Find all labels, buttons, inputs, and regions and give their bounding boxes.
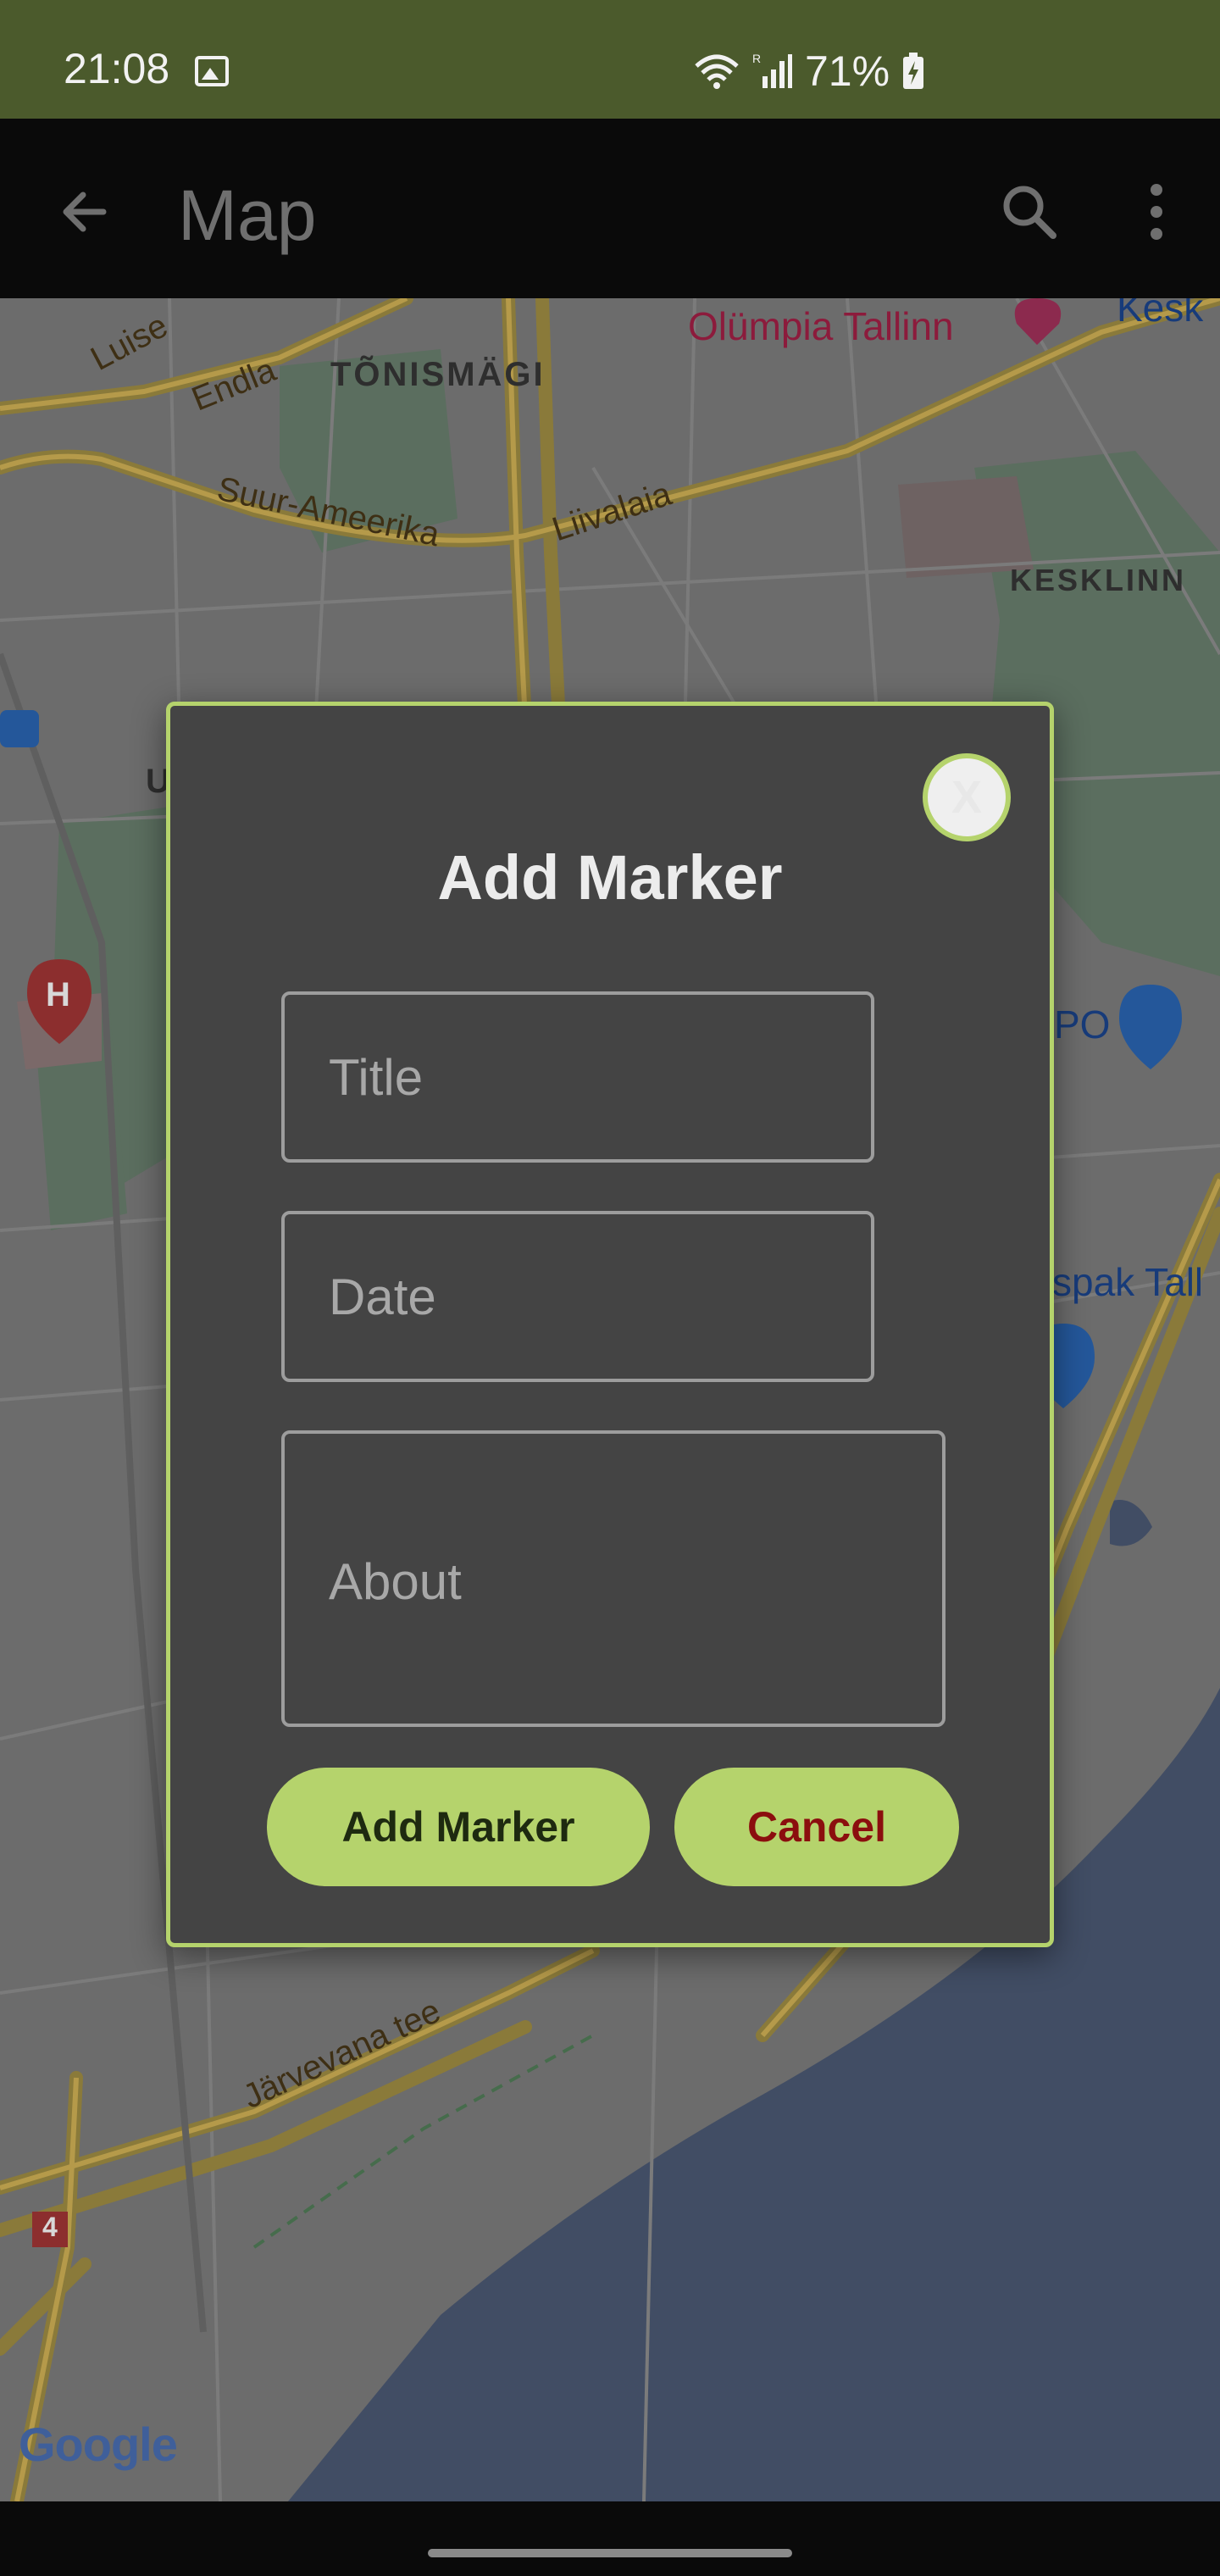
svg-text:H: H [46,976,70,1013]
map-label-tonismagi: TÕNISMÄGI [330,356,546,393]
title-input[interactable] [281,991,874,1163]
signal-icon: R [752,52,792,88]
map-label-kesk: Kesk [1117,298,1204,330]
add-marker-dialog: X Add Marker Add Marker Cancel [166,702,1054,1947]
home-indicator[interactable] [428,2549,792,2557]
gesture-nav-bar [0,2501,1220,2576]
map-label-kesklinn: KESKLINN [1010,563,1187,597]
map-label-po: PO [1054,1002,1111,1046]
close-button[interactable]: X [923,753,1011,841]
dialog-title: Add Marker [437,842,783,913]
image-icon [195,56,229,86]
google-logo-text: Google [19,2418,178,2471]
about-input[interactable] [281,1430,946,1727]
map-label-spak: spak Tall [1052,1260,1204,1304]
google-attribution: Google [19,2417,178,2472]
map-label-route4: 4 [42,2212,58,2242]
more-vert-icon[interactable] [1135,178,1178,246]
map-label-olumpia: Olümpia Tallinn [688,304,954,348]
battery-charging-icon [903,53,924,89]
cancel-button[interactable]: Cancel [674,1768,959,1886]
status-time: 21:08 [64,45,170,92]
wifi-icon [695,54,739,89]
app-title: Map [178,175,317,255]
battery-percent: 71% [805,47,890,95]
back-arrow-icon[interactable] [51,178,119,246]
search-icon[interactable] [995,178,1063,246]
svg-text:R: R [752,52,761,65]
date-input[interactable] [281,1211,874,1382]
add-marker-button[interactable]: Add Marker [267,1768,650,1886]
app-bar: Map [0,119,1220,298]
status-icons: R 71% [693,44,925,98]
status-bar: 21:08 R 71% [0,0,1220,119]
